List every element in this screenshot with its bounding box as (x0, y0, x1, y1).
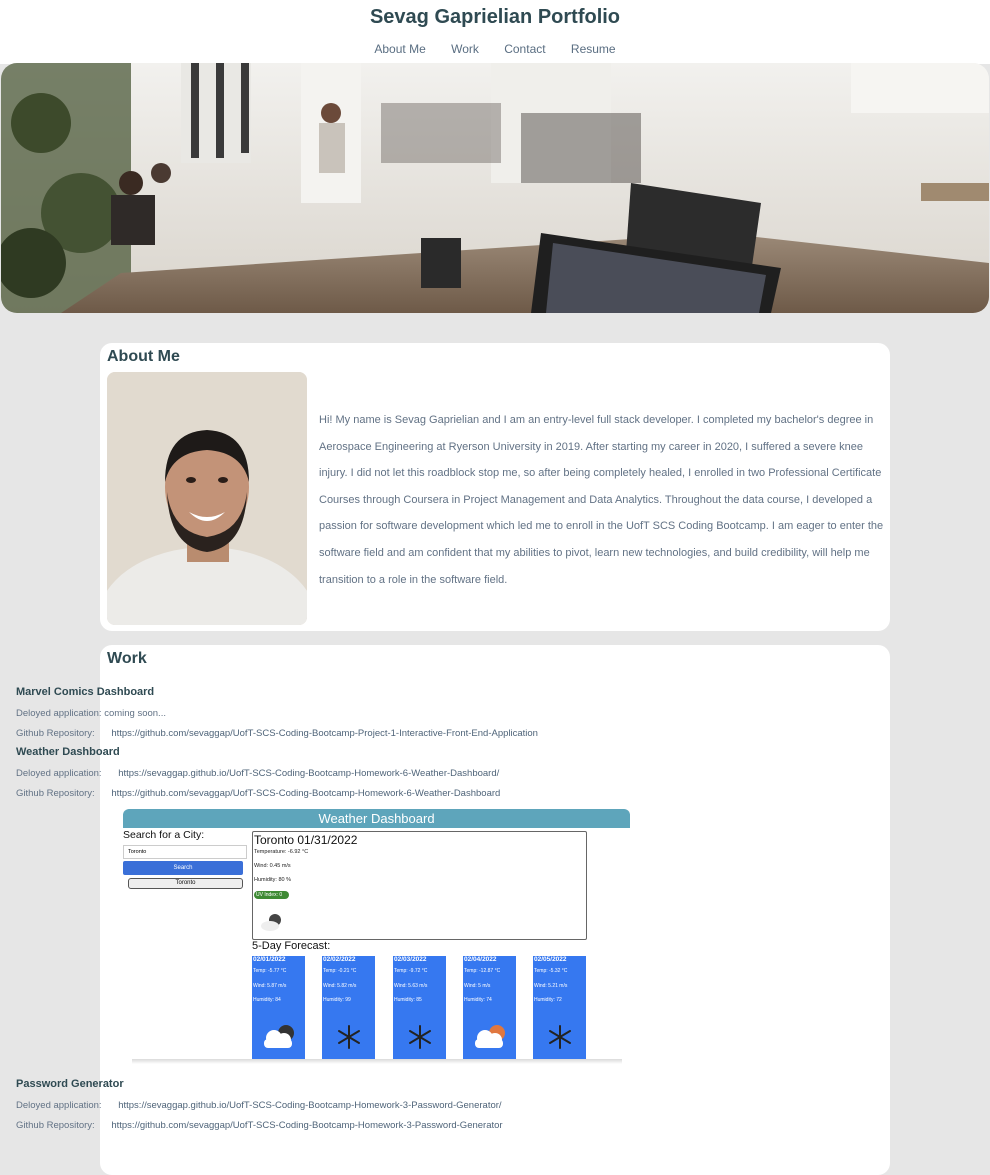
forecast-date: 02/04/2022 (464, 956, 497, 963)
night-cloudy-icon (261, 914, 281, 931)
forecast-humidity: Humidity: 72 (534, 997, 562, 1003)
project-title-password: Password Generator (16, 1078, 124, 1090)
project-repo-line: Github Repository: https://github.com/se… (16, 788, 500, 799)
office-photo (1, 63, 989, 313)
repo-label: Github Repository: (16, 728, 95, 739)
forecast-temp: Temp: -0.21 °C (323, 968, 357, 974)
forecast-temp: Temp: -12.87 °C (464, 968, 501, 974)
project-deployed-line: Deloyed application: https://sevaggap.gi… (16, 768, 499, 779)
forecast-wind: Wind: 5.87 m/s (253, 983, 287, 989)
forecast-card: 02/04/2022 Temp: -12.87 °C Wind: 5 m/s H… (463, 956, 516, 1059)
forecast-wind: Wind: 5 m/s (464, 983, 491, 989)
deployed-link-weather[interactable]: https://sevaggap.github.io/UofT-SCS-Codi… (118, 768, 499, 779)
snowflake-icon (338, 1025, 360, 1049)
forecast-temp: Temp: -9.72 °C (394, 968, 428, 974)
partly-cloudy-icon (475, 1025, 505, 1048)
nav-link-about-me[interactable]: About Me (374, 42, 425, 56)
uv-index-badge: UV Index: 0 (254, 891, 289, 899)
repo-link-password[interactable]: https://github.com/sevaggap/UofT-SCS-Cod… (111, 1120, 502, 1131)
forecast-humidity: Humidity: 99 (323, 997, 351, 1003)
forecast-date: 02/01/2022 (253, 956, 286, 963)
city-search-input: Toronto (123, 845, 247, 859)
forecast-card: 02/02/2022 Temp: -0.21 °C Wind: 5.82 m/s… (322, 956, 375, 1059)
site-title: Sevag Gaprielian Portfolio (369, 6, 621, 28)
profile-photo (107, 372, 307, 625)
deployed-link-password[interactable]: https://sevaggap.github.io/UofT-SCS-Codi… (118, 1100, 501, 1111)
current-humidity: Humidity: 80 % (254, 877, 291, 883)
forecast-card: 02/05/2022 Temp: -5.32 °C Wind: 5.21 m/s… (533, 956, 586, 1059)
repo-label: Github Repository: (16, 1120, 95, 1131)
deployed-label: Deloyed application: (16, 1100, 102, 1111)
search-button: Search (123, 861, 243, 875)
nav-link-contact[interactable]: Contact (504, 42, 545, 56)
snowflake-icon (409, 1025, 431, 1049)
forecast-date: 02/05/2022 (534, 956, 567, 963)
weather-dashboard-header: Weather Dashboard (123, 809, 630, 828)
screenshot-shadow (132, 1059, 622, 1064)
about-me-text: Hi! My name is Sevag Gaprielian and I am… (319, 414, 884, 586)
project-title-weather: Weather Dashboard (16, 746, 120, 758)
repo-label: Github Repository: (16, 788, 95, 799)
project-repo-line: Github Repository: https://github.com/se… (16, 728, 538, 739)
hero-image (1, 63, 989, 313)
current-city-date: Toronto 01/31/2022 (254, 833, 358, 847)
main-nav: About Me Work Contact Resume (0, 42, 990, 56)
current-weather-panel: Toronto 01/31/2022 Temperature: -6.92 °C… (252, 831, 587, 940)
forecast-temp: Temp: -5.77 °C (253, 968, 287, 974)
forecast-date: 02/02/2022 (323, 956, 356, 963)
site-header: Sevag Gaprielian Portfolio About Me Work… (0, 0, 990, 64)
forecast-wind: Wind: 5.82 m/s (323, 983, 357, 989)
repo-link-weather[interactable]: https://github.com/sevaggap/UofT-SCS-Cod… (111, 788, 500, 799)
project-deployed-line: Deloyed application: https://sevaggap.gi… (16, 1100, 502, 1111)
about-me-heading: About Me (107, 348, 180, 365)
forecast-humidity: Humidity: 85 (394, 997, 422, 1003)
forecast-card: 02/03/2022 Temp: -9.72 °C Wind: 5.63 m/s… (393, 956, 446, 1059)
forecast-humidity: Humidity: 84 (253, 997, 281, 1003)
nav-link-resume[interactable]: Resume (571, 42, 616, 56)
project-repo-line: Github Repository: https://github.com/se… (16, 1120, 503, 1131)
forecast-wind: Wind: 5.63 m/s (394, 983, 428, 989)
forecast-title: 5-Day Forecast: (252, 940, 331, 952)
work-heading: Work (107, 650, 147, 667)
search-label: Search for a City: (123, 829, 205, 841)
cloudy-icon (264, 1025, 294, 1048)
deployed-label: Deloyed application: (16, 768, 102, 779)
forecast-card: 02/01/2022 Temp: -5.77 °C Wind: 5.87 m/s… (252, 956, 305, 1059)
snowflake-icon (549, 1025, 571, 1049)
forecast-humidity: Humidity: 74 (464, 997, 492, 1003)
project-title-marvel: Marvel Comics Dashboard (16, 686, 155, 698)
about-me-section: About Me Hi! My name is Sevag Gaprielian… (100, 343, 890, 631)
current-temp: Temperature: -6.92 °C (254, 849, 309, 855)
current-wind: Wind: 0.45 m/s (254, 863, 291, 869)
nav-link-work[interactable]: Work (451, 42, 479, 56)
deployed-label: Deloyed application: coming soon... (16, 708, 166, 719)
forecast-date: 02/03/2022 (394, 956, 427, 963)
repo-link-marvel[interactable]: https://github.com/sevaggap/UofT-SCS-Cod… (111, 728, 538, 739)
weather-dashboard-screenshot: Weather Dashboard Search for a City: Tor… (122, 808, 630, 1064)
history-button: Toronto (128, 878, 243, 889)
forecast-temp: Temp: -5.32 °C (534, 968, 568, 974)
project-deployed-line: Deloyed application: coming soon... (16, 708, 166, 719)
forecast-wind: Wind: 5.21 m/s (534, 983, 568, 989)
